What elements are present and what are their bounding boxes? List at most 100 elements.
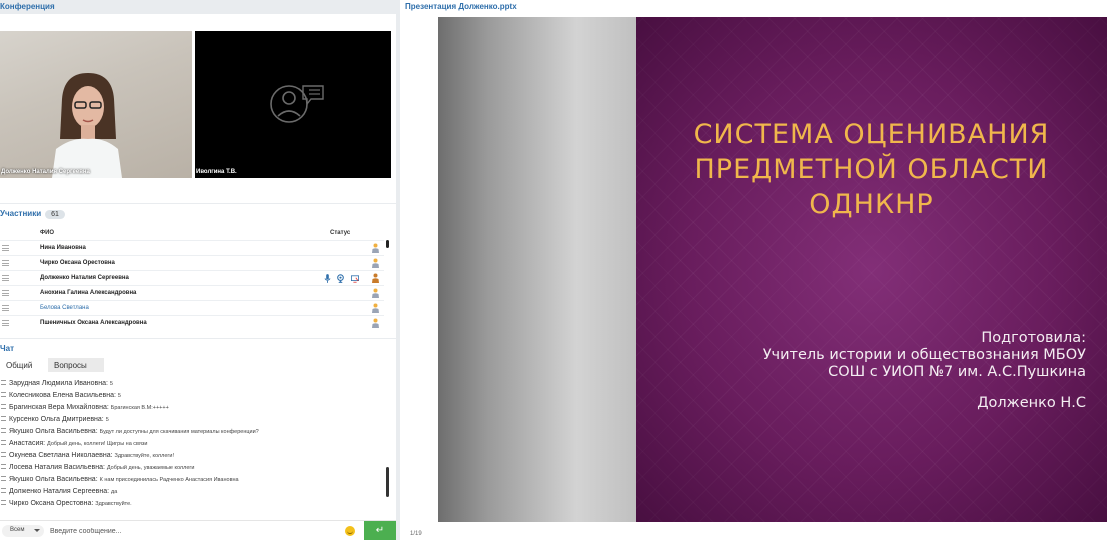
chevron-down-icon: [34, 529, 40, 532]
chat-title: Чат: [0, 344, 14, 353]
chat-message: Брагинская Вера Михайловна: Брагинская В…: [0, 404, 384, 416]
listener-status-icon: [372, 288, 379, 298]
chat-message: Колесникова Елена Васильевна: 5: [0, 392, 384, 404]
message-text: Здравствуйте, коллеги!: [114, 453, 174, 459]
tab-questions[interactable]: Вопросы: [48, 358, 104, 372]
drag-handle-icon[interactable]: [2, 290, 9, 296]
message-author: Колесникова Елена Васильевна:: [9, 392, 116, 399]
chat-message: Чирко Оксана Орестовна: Здравствуйте.: [0, 500, 384, 512]
presentation-panel: Презентация Долженко.pptx СИСТЕМА ОЦЕНИВ…: [400, 0, 1119, 540]
webinar-app: Конференция Долженко Наталия Сергеевна И…: [0, 0, 1119, 540]
slide-author: Долженко Н.С: [977, 395, 1086, 411]
participant-name: Нина Ивановна: [40, 245, 86, 251]
message-author: Якушко Ольга Васильевна:: [9, 428, 98, 435]
listener-status-icon: [372, 303, 379, 313]
video-tile-speaker[interactable]: Долженко Наталия Сергеевна: [0, 31, 192, 178]
chat-tabs: Общий Вопросы: [0, 358, 396, 372]
drag-handle-icon[interactable]: [2, 305, 9, 311]
drag-handle-icon[interactable]: [2, 260, 9, 266]
message-text: Добрый день, коллеги! Щигры на связи: [47, 441, 148, 447]
chat-message: Якушко Ольга Васильевна: К нам присоедин…: [0, 476, 384, 488]
message-author: Анастасия:: [9, 440, 46, 447]
message-author: Курсенко Ольга Дмитриевна:: [9, 416, 104, 423]
recipient-select[interactable]: Всем: [2, 525, 44, 537]
conference-panel: Конференция Долженко Наталия Сергеевна И…: [0, 0, 396, 203]
message-handle-icon: [1, 464, 6, 469]
presentation-title: Презентация Долженко.pptx: [405, 2, 517, 11]
message-input[interactable]: [50, 524, 330, 538]
chat-scrollbar[interactable]: [386, 467, 389, 497]
recipient-value: Всем: [10, 527, 25, 533]
drag-handle-icon[interactable]: [2, 275, 9, 281]
message-text: да: [111, 489, 118, 495]
message-author: Зарудная Людмила Ивановна:: [9, 380, 108, 387]
participant-row[interactable]: Белова Светлана: [0, 300, 384, 315]
participants-scrollbar[interactable]: [386, 240, 389, 248]
screen-share-icon[interactable]: [351, 275, 359, 283]
participants-label: Участники: [0, 209, 42, 218]
message-text: 5: [109, 381, 113, 387]
participants-header: ФИО Статус: [0, 228, 390, 240]
slide-prepared-by: Подготовила: Учитель истории и обществоз…: [636, 330, 1086, 381]
drag-handle-icon[interactable]: [2, 320, 9, 326]
column-fio[interactable]: ФИО: [40, 230, 54, 236]
message-handle-icon: [1, 416, 6, 421]
position-line-1: Учитель истории и обществознания МБОУ: [762, 347, 1086, 363]
message-handle-icon: [1, 440, 6, 445]
prepared-label: Подготовила:: [981, 330, 1086, 346]
participant-row[interactable]: Нина Ивановна: [0, 240, 384, 255]
column-status[interactable]: Статус: [330, 230, 350, 236]
slide-gradient-area: [438, 17, 636, 522]
message-handle-icon: [1, 428, 6, 433]
chat-message: Курсенко Ольга Дмитриевна: 5: [0, 416, 384, 428]
message-text: К нам присоединилась Радченко Анастасия …: [99, 477, 239, 483]
webcam-icon[interactable]: [337, 274, 344, 283]
participant-tile-name: Иволгина Т.В.: [196, 169, 237, 175]
left-column: Конференция Долженко Наталия Сергеевна И…: [0, 0, 396, 540]
participant-row[interactable]: Анохина Галина Александровна: [0, 285, 384, 300]
participant-row[interactable]: Пшеничных Оксана Александровна: [0, 315, 384, 330]
chat-message: Анастасия: Добрый день, коллеги! Щигры н…: [0, 440, 384, 452]
message-text: Будут ли доступны для скачивания материа…: [99, 429, 259, 435]
message-author: Лосева Наталия Васильевна:: [9, 464, 105, 471]
message-author: Чирко Оксана Орестовна:: [9, 500, 94, 507]
microphone-icon[interactable]: [324, 274, 331, 283]
conference-title: Конференция: [0, 0, 396, 14]
chat-panel: Чат Общий Вопросы Зарудная Людмила Ивано…: [0, 339, 396, 540]
message-author: Брагинская Вера Михайловна:: [9, 404, 109, 411]
message-text: 5: [105, 417, 109, 423]
chat-message: Лосева Наталия Васильевна: Добрый день, …: [0, 464, 384, 476]
drag-handle-icon[interactable]: [2, 245, 9, 251]
message-text: Добрый день, уважаемые коллеги: [106, 465, 195, 471]
chat-message: Долженко Наталия Сергеевна: да: [0, 488, 384, 500]
message-author: Долженко Наталия Сергеевна:: [9, 488, 110, 495]
message-handle-icon: [1, 476, 6, 481]
participant-row[interactable]: Долженко Наталия Сергеевна: [0, 270, 384, 285]
message-handle-icon: [1, 488, 6, 493]
participant-name: Чирко Оксана Орестовна: [40, 260, 115, 266]
message-author: Окунева Светлана Николаевна:: [9, 452, 113, 459]
slide-content: СИСТЕМА ОЦЕНИВАНИЯ ПРЕДМЕТНОЙ ОБЛАСТИ ОД…: [636, 17, 1107, 522]
message-handle-icon: [1, 500, 6, 505]
listener-status-icon: [372, 243, 379, 253]
participant-row[interactable]: Чирко Оксана Орестовна: [0, 255, 384, 270]
video-tile-participant[interactable]: Иволгина Т.В.: [195, 31, 391, 178]
emoji-icon[interactable]: [345, 526, 355, 536]
participants-count-badge: 61: [45, 210, 65, 219]
position-line-2: СОШ с УИОП №7 им. А.С.Пушкина: [828, 364, 1086, 380]
send-button[interactable]: ↵: [364, 521, 396, 540]
chat-messages: Зарудная Людмила Ивановна: 5 Колесникова…: [0, 373, 384, 519]
presenter-status-icon: [372, 273, 379, 283]
message-author: Якушко Ольга Васильевна:: [9, 476, 98, 483]
message-text: Брагинская В.М:+++++: [110, 405, 169, 411]
listener-status-icon: [372, 258, 379, 268]
message-text: Здравствуйте.: [95, 501, 132, 507]
chat-input-bar: Всем ↵: [0, 520, 396, 540]
message-handle-icon: [1, 380, 6, 385]
message-handle-icon: [1, 392, 6, 397]
user-chat-icon: [270, 85, 324, 123]
listener-status-icon: [372, 318, 379, 328]
speaker-name: Долженко Наталия Сергеевна: [1, 169, 90, 175]
tab-general[interactable]: Общий: [0, 358, 39, 372]
participant-name: Анохина Галина Александровна: [40, 290, 137, 296]
